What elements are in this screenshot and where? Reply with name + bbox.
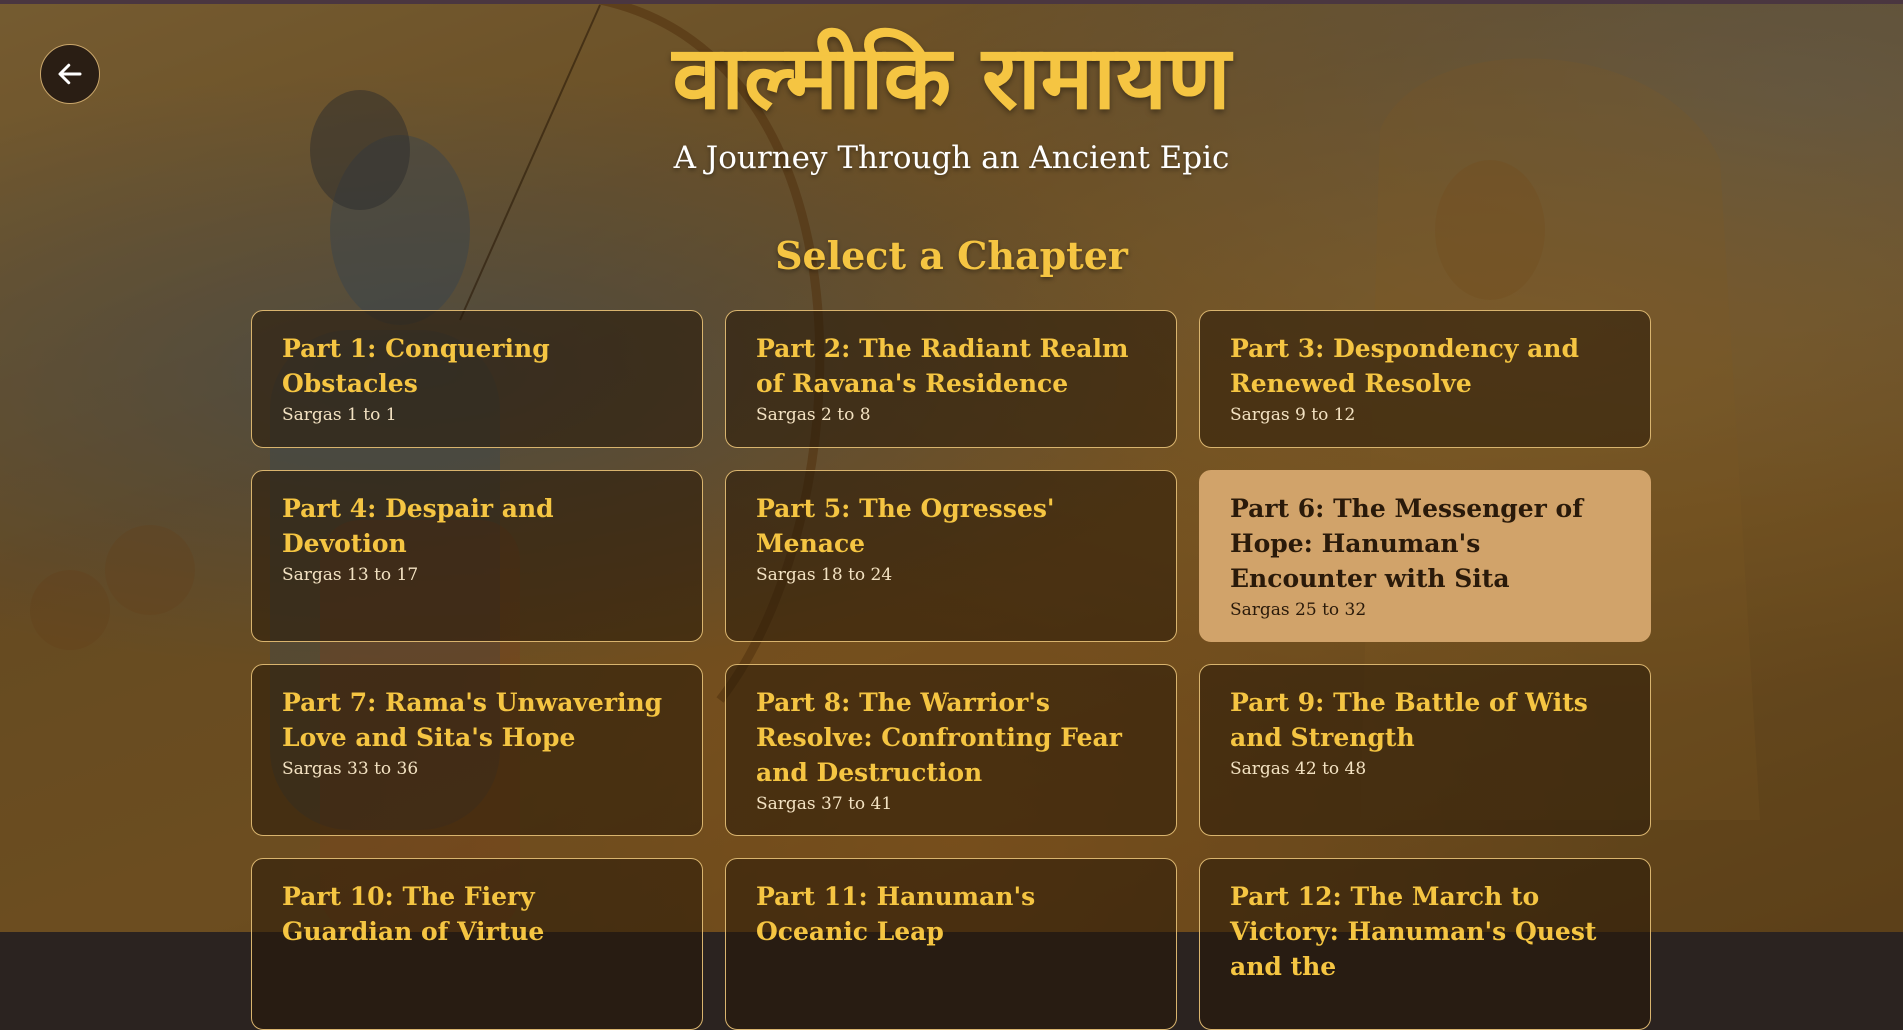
chapter-sarga-range: Sargas 18 to 24 — [756, 565, 893, 585]
chapter-card[interactable]: Part 7: Rama's Unwavering Love and Sita'… — [251, 664, 703, 836]
chapter-title: Part 9: The Battle of Wits and Strength — [1230, 688, 1588, 752]
chapter-title: Part 6: The Messenger of Hope: Hanuman's… — [1230, 494, 1583, 593]
chapter-card[interactable]: Part 10: The Fiery Guardian of Virtue — [251, 858, 703, 1030]
chapter-title: Part 1: Conquering Obstacles — [282, 334, 550, 398]
chapter-title: Part 3: Despondency and Renewed Resolve — [1230, 334, 1579, 398]
page-header: वाल्मीकि रामायण A Journey Through an Anc… — [0, 28, 1903, 178]
page-subtitle: A Journey Through an Ancient Epic — [673, 140, 1230, 176]
chapter-card[interactable]: Part 9: The Battle of Wits and Strength S… — [1199, 664, 1651, 836]
chapter-card[interactable]: Part 1: Conquering Obstacles Sargas 1 to … — [251, 310, 703, 448]
chapter-card[interactable]: Part 12: The March to Victory: Hanuman's… — [1199, 858, 1651, 1030]
chapter-card[interactable]: Part 8: The Warrior's Resolve: Confronti… — [725, 664, 1177, 836]
chapter-card[interactable]: Part 11: Hanuman's Oceanic Leap — [725, 858, 1177, 1030]
chapter-sarga-range: Sargas 2 to 8 — [756, 405, 871, 425]
chapter-card[interactable]: Part 3: Despondency and Renewed Resolve S… — [1199, 310, 1651, 448]
chapter-sarga-range: Sargas 1 to 1 — [282, 405, 397, 425]
chapter-title: Part 7: Rama's Unwavering Love and Sita'… — [282, 688, 663, 752]
chapter-title: Part 10: The Fiery Guardian of Virtue — [282, 882, 545, 946]
chapter-sarga-range: Sargas 13 to 17 — [282, 565, 419, 585]
chapter-sarga-range: Sargas 25 to 32 — [1230, 600, 1367, 620]
chapter-card[interactable]: Part 5: The Ogresses' Menace Sargas 18 to… — [725, 470, 1177, 642]
chapter-title: Part 11: Hanuman's Oceanic Leap — [756, 882, 1036, 946]
chapter-sarga-range: Sargas 37 to 41 — [756, 794, 893, 814]
chapter-sarga-range: Sargas 42 to 48 — [1230, 759, 1367, 779]
chapter-title: Part 2: The Radiant Realm of Ravana's Re… — [756, 334, 1129, 398]
chapter-sarga-range: Sargas 9 to 12 — [1230, 405, 1356, 425]
chapter-card[interactable]: Part 4: Despair and Devotion Sargas 13 to… — [251, 470, 703, 642]
chapter-card[interactable]: Part 2: The Radiant Realm of Ravana's Re… — [725, 310, 1177, 448]
chapter-grid: Part 1: Conquering Obstacles Sargas 1 to … — [251, 310, 1651, 1030]
chapter-title: Part 8: The Warrior's Resolve: Confronti… — [756, 688, 1122, 787]
top-border — [0, 0, 1903, 4]
chapter-sarga-range: Sargas 33 to 36 — [282, 759, 419, 779]
page-title: वाल्मीकि रामायण — [672, 26, 1231, 129]
chapter-card[interactable]: Part 6: The Messenger of Hope: Hanuman's… — [1199, 470, 1651, 642]
chapter-title: Part 5: The Ogresses' Menace — [756, 494, 1055, 558]
chapter-title: Part 4: Despair and Devotion — [282, 494, 554, 558]
section-heading: Select a Chapter — [775, 233, 1128, 278]
